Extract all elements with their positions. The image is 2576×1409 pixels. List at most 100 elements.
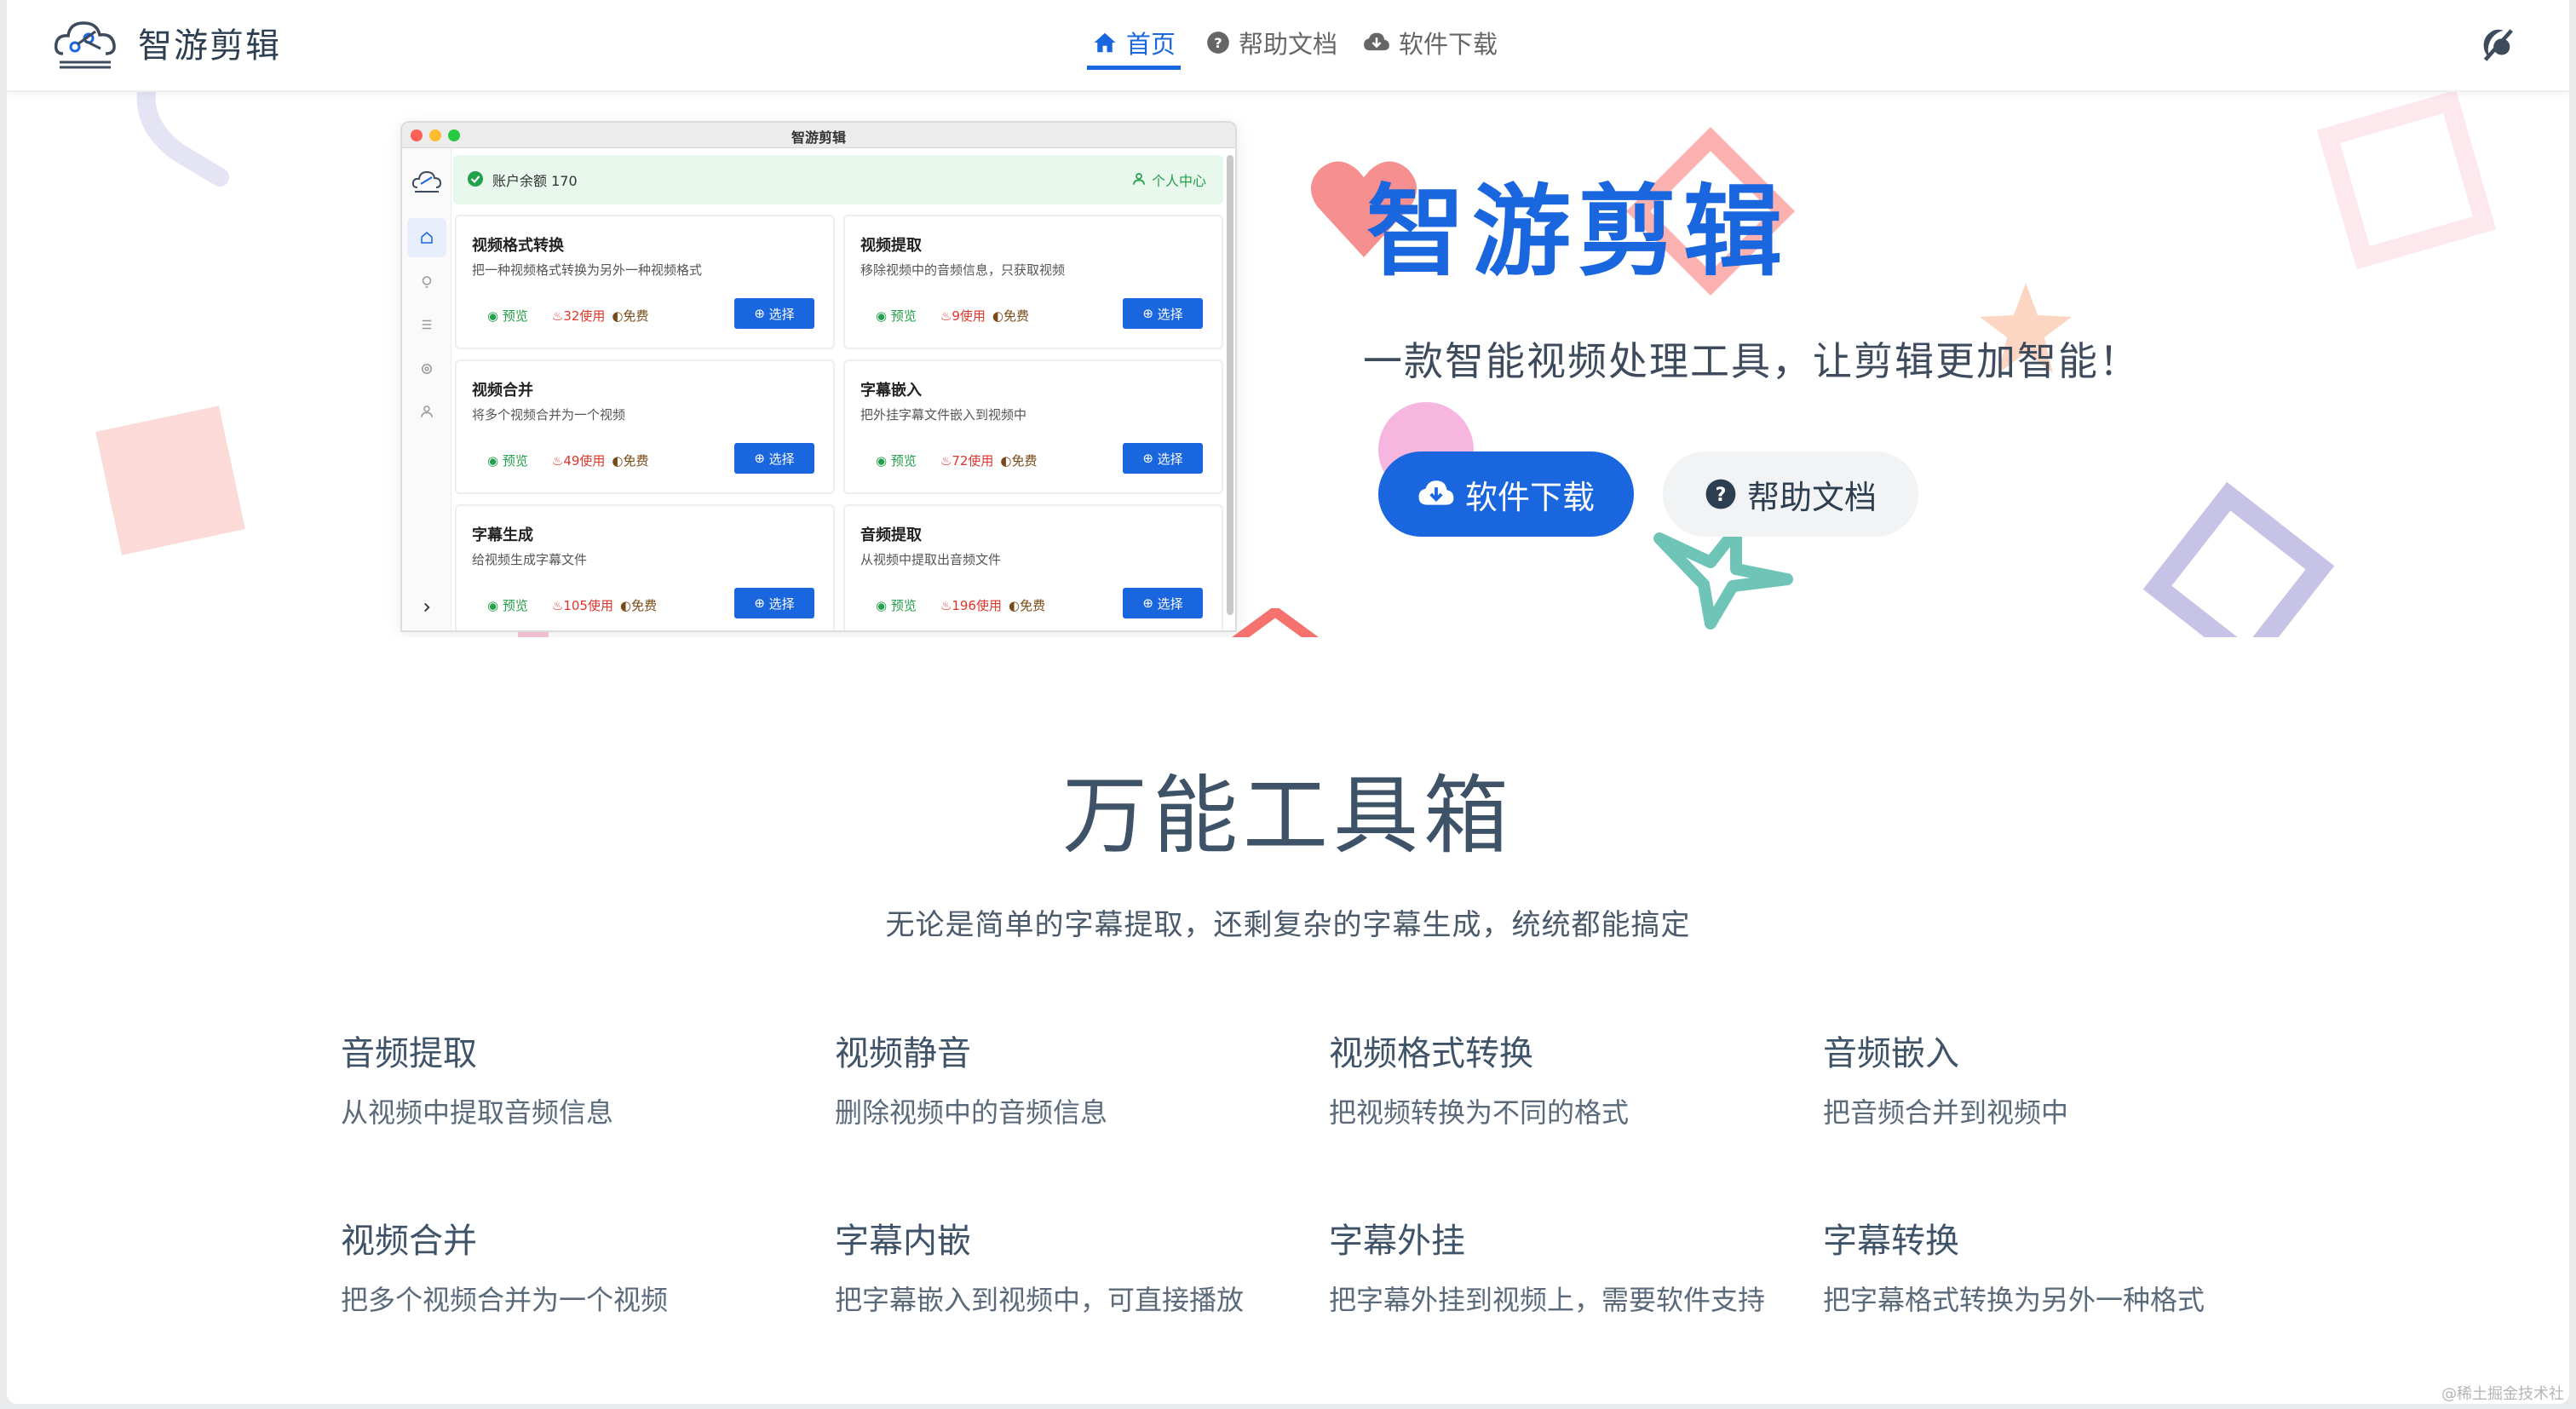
hero-section: 智游剪辑 账户余额 170 个人中心 视频格式转换 把一种视频格式转换为另外一种…: [7, 92, 2569, 637]
feature-item: 字幕转换 把字幕格式转换为另外一种格式: [1823, 1213, 2266, 1320]
tool-card-title: 视频提取: [860, 237, 922, 255]
free-badge: ◐免费: [619, 598, 658, 613]
select-button[interactable]: ⊕ 选择: [734, 443, 814, 474]
usage-count: ♨196使用: [940, 598, 1002, 613]
tool-card-desc: 把一种视频格式转换为另外一种视频格式: [472, 262, 703, 278]
select-button[interactable]: ⊕ 选择: [734, 588, 814, 618]
select-button[interactable]: ⊕ 选择: [1123, 298, 1203, 329]
features-subtitle: 无论是简单的字幕提取，还剩复杂的字幕生成，统统都能搞定: [885, 908, 1691, 942]
watermark: @稀土掘金技术社区: [2441, 1385, 2564, 1403]
feature-desc: 从视频中提取音频信息: [341, 1096, 614, 1129]
preview-link[interactable]: ◉ 预览: [876, 307, 917, 325]
balance-banner: 账户余额 170 个人中心: [453, 155, 1223, 204]
feature-item: 字幕内嵌 把字幕嵌入到视频中，可直接播放: [835, 1213, 1278, 1320]
tool-card-title: 字幕生成: [472, 526, 533, 544]
nav-help[interactable]: ? 帮助文档: [1206, 19, 1337, 66]
usage-count: ♨105使用: [551, 598, 613, 613]
free-badge: ◐免费: [1000, 453, 1038, 469]
theme-toggle-icon[interactable]: [2477, 26, 2516, 65]
tool-card-desc: 移除视频中的音频信息，只获取视频: [860, 262, 1066, 278]
decor-square-outline-pink: [2316, 92, 2497, 270]
lightbulb-icon[interactable]: [419, 274, 434, 290]
feature-item: 字幕外挂 把字幕外挂到视频上，需要软件支持: [1329, 1213, 1772, 1320]
nav-home-label: 首页: [1126, 29, 1176, 59]
decor-square-pink: [95, 405, 245, 555]
tool-card-title: 视频合并: [472, 382, 533, 400]
home-icon: [1094, 32, 1116, 52]
brand[interactable]: 智游剪辑: [51, 10, 281, 75]
feature-title: 视频合并: [341, 1222, 477, 1261]
feature-item: 视频静音 删除视频中的音频信息: [835, 1026, 1278, 1133]
feature-item: 音频提取 从视频中提取音频信息: [341, 1026, 784, 1133]
usage-count: ♨72使用: [940, 453, 994, 469]
select-button[interactable]: ⊕ 选择: [1123, 588, 1203, 618]
brand-name: 智游剪辑: [138, 26, 281, 66]
preview-link[interactable]: ◉ 预览: [487, 596, 528, 614]
tool-card-meta: ◉ 预览 ♨105使用 ◐免费: [487, 596, 657, 614]
feature-title: 字幕外挂: [1329, 1222, 1465, 1261]
app-preview-sidebar: [402, 148, 451, 630]
decor-triangle-red: [1232, 608, 1319, 637]
preview-link[interactable]: ◉ 预览: [487, 451, 528, 469]
usage-count: ♨9使用: [940, 308, 986, 324]
hero-subtitle: 一款智能视频处理工具，让剪辑更加智能！: [1363, 338, 2140, 384]
feature-desc: 把字幕嵌入到视频中，可直接播放: [835, 1284, 1245, 1316]
scrollbar[interactable]: [1227, 155, 1233, 615]
home-icon[interactable]: [419, 230, 434, 245]
tool-card-title: 音频提取: [860, 526, 922, 544]
feature-title: 字幕内嵌: [835, 1222, 971, 1261]
decor-star-teal: [1653, 524, 1793, 630]
list-icon[interactable]: [419, 317, 434, 332]
feature-title: 视频静音: [835, 1034, 971, 1073]
top-navbar: 智游剪辑 首页 ? 帮助文档 软件下载: [7, 0, 2569, 92]
balance-text: 账户余额 170: [492, 173, 578, 189]
select-button[interactable]: ⊕ 选择: [734, 298, 814, 329]
svg-text:?: ?: [1214, 35, 1222, 51]
user-center-link[interactable]: 个人中心: [1152, 170, 1206, 190]
app-preview-window: 智游剪辑 账户余额 170 个人中心 视频格式转换 把一种视频格式转换为另外一种…: [400, 121, 1237, 632]
tool-card: 字幕生成 给视频生成字幕文件 ◉ 预览 ♨105使用 ◐免费 ⊕ 选择: [455, 504, 835, 630]
tool-card-meta: ◉ 预览 ♨32使用 ◐免费: [487, 307, 649, 325]
feature-title: 音频嵌入: [1823, 1034, 1959, 1073]
help-docs-button[interactable]: ? 帮助文档: [1663, 451, 1918, 537]
feature-title: 字幕转换: [1823, 1222, 1959, 1261]
tool-card: 视频提取 移除视频中的音频信息，只获取视频 ◉ 预览 ♨9使用 ◐免费 ⊕ 选择: [843, 215, 1223, 349]
tool-card-title: 字幕嵌入: [860, 382, 922, 400]
settings-icon[interactable]: [419, 361, 434, 377]
app-preview-titlebar: 智游剪辑: [402, 123, 1235, 148]
decor-arc: [136, 92, 229, 187]
tool-card-meta: ◉ 预览 ♨9使用 ◐免费: [876, 307, 1029, 325]
feature-title: 音频提取: [341, 1034, 477, 1073]
tool-card-meta: ◉ 预览 ♨72使用 ◐免费: [876, 451, 1038, 469]
feature-desc: 把字幕外挂到视频上，需要软件支持: [1329, 1284, 1766, 1316]
nav-download[interactable]: 软件下载: [1363, 19, 1498, 66]
feature-desc: 删除视频中的音频信息: [835, 1096, 1108, 1129]
preview-link[interactable]: ◉ 预览: [876, 596, 917, 614]
feature-title: 视频格式转换: [1329, 1034, 1533, 1073]
tool-card-desc: 将多个视频合并为一个视频: [472, 407, 626, 423]
download-button[interactable]: 软件下载: [1378, 451, 1634, 537]
preview-link[interactable]: ◉ 预览: [487, 307, 528, 325]
cloud-download-icon: [1418, 480, 1454, 505]
feature-item: 音频嵌入 把音频合并到视频中: [1823, 1026, 2266, 1133]
logo-icon: [54, 21, 116, 69]
nav-home[interactable]: 首页: [1087, 19, 1182, 70]
user-icon: [1133, 173, 1145, 185]
user-icon[interactable]: [419, 404, 434, 419]
tool-card-meta: ◉ 预览 ♨196使用 ◐免费: [876, 596, 1045, 614]
chevron-right-icon[interactable]: [419, 600, 434, 615]
free-badge: ◐免费: [1008, 598, 1046, 613]
select-button[interactable]: ⊕ 选择: [1123, 443, 1203, 474]
preview-link[interactable]: ◉ 预览: [876, 451, 917, 469]
free-badge: ◐免费: [612, 453, 649, 469]
hero-title: 智游剪辑: [1366, 175, 1789, 290]
app-preview-title: 智游剪辑: [791, 129, 846, 146]
feature-desc: 把音频合并到视频中: [1823, 1096, 2069, 1129]
nav-help-label: 帮助文档: [1239, 30, 1338, 59]
feature-item: 视频合并 把多个视频合并为一个视频: [341, 1213, 784, 1320]
free-badge: ◐免费: [612, 308, 649, 324]
cloud-download-icon: [1364, 32, 1389, 51]
tool-card-meta: ◉ 预览 ♨49使用 ◐免费: [487, 451, 649, 469]
tool-card: 视频格式转换 把一种视频格式转换为另外一种视频格式 ◉ 预览 ♨32使用 ◐免费…: [455, 215, 835, 349]
main-nav: 首页 ? 帮助文档 软件下载: [1087, 19, 1523, 73]
